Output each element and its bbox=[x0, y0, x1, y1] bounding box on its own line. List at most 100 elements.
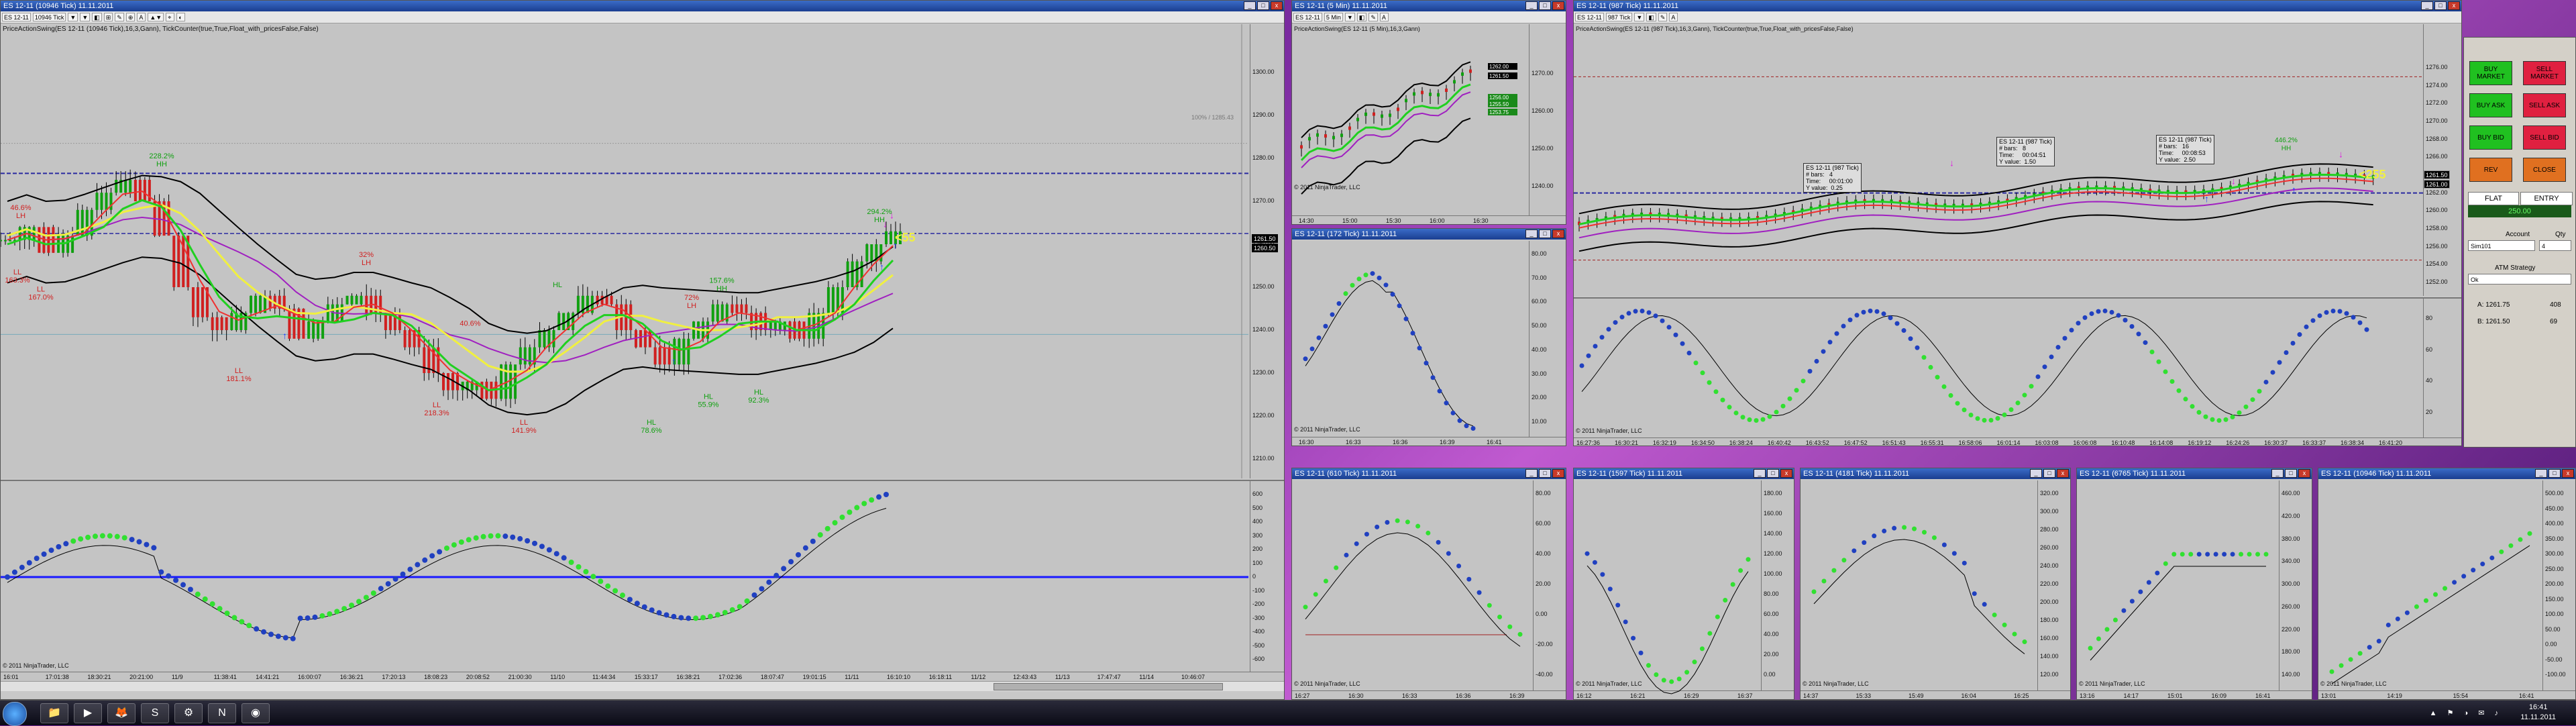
settings-icon[interactable]: ⚙ bbox=[174, 703, 203, 723]
main-price-panel[interactable]: PriceActionSwing(ES 12-11 (10946 Tick),1… bbox=[1, 24, 1284, 478]
close-button[interactable]: x bbox=[2448, 1, 2460, 10]
toolbar-item[interactable]: ✎ bbox=[115, 13, 124, 21]
tick-987-oscillator-panel[interactable]: 80 60 40 20 © 2011 NinjaTrader, LLC 16:27:3… bbox=[1574, 297, 2461, 446]
price-axis[interactable]: 1276.00 1274.00 1272.00 1270.00 1268.00 1266.… bbox=[2423, 24, 2461, 296]
tick-172-title-bar[interactable]: ES 12-11 (172 Tick) 11.11.2011 _ □ x bbox=[1292, 229, 1566, 240]
value-axis[interactable]: 320.00 300.00 280.00 260.00 240.00 220.00 200.… bbox=[2037, 480, 2070, 691]
toolbar-item[interactable]: ◧ bbox=[1646, 13, 1656, 21]
system-tray[interactable]: ▲ ⚑ ◑ ✉ ♪ bbox=[2430, 709, 2502, 717]
toolbar-item[interactable]: 10946 Tick bbox=[32, 13, 66, 21]
tick-window[interactable]: ES 12-11 (4181 Tick) 11.11.2011 _ □ x 320.00… bbox=[1800, 468, 2071, 700]
media-player-icon[interactable]: ▶ bbox=[74, 703, 102, 723]
tick-window-panel[interactable]: 460.00 420.00 380.00 340.00 300.00 260.00 220.… bbox=[2077, 480, 2312, 699]
tick-172-window[interactable]: ES 12-11 (172 Tick) 11.11.2011 _ □ x 80.00… bbox=[1291, 228, 1566, 446]
explorer-icon[interactable]: 📁 bbox=[40, 703, 68, 723]
value-axis[interactable]: 500.00 450.00 400.00 350.00 300.00 250.00 200.… bbox=[2542, 480, 2575, 691]
order-button[interactable]: BUY ASK bbox=[2469, 93, 2512, 117]
main-chart-window[interactable]: ES 12-11 (10946 Tick) 11.11.2011 _ □ x ES … bbox=[0, 0, 1285, 700]
tick-window-panel[interactable]: 500.00 450.00 400.00 350.00 300.00 250.00 200.… bbox=[2318, 480, 2575, 699]
close-button[interactable]: x bbox=[1271, 1, 1283, 10]
toolbar-item[interactable]: ⌖ bbox=[166, 13, 175, 21]
scroll-thumb[interactable] bbox=[994, 683, 1223, 690]
five-min-title-bar[interactable]: ES 12-11 (5 Min) 11.11.2011 _ □ x bbox=[1292, 1, 1566, 11]
tick-window[interactable]: ES 12-11 (10946 Tick) 11.11.2011 _ □ x 500.0… bbox=[2318, 468, 2576, 700]
horizontal-scrollbar[interactable] bbox=[1, 681, 1284, 691]
tick-window-title-bar[interactable]: ES 12-11 (6765 Tick) 11.11.2011 _ □ x bbox=[2077, 468, 2312, 479]
firefox-icon[interactable]: 🦊 bbox=[107, 703, 136, 723]
minimize-button[interactable]: _ bbox=[1525, 229, 1538, 238]
oscillator-axis[interactable]: 80 60 40 20 bbox=[2423, 299, 2461, 438]
toolbar-item[interactable]: ▼ bbox=[68, 13, 78, 21]
tick-window-panel[interactable]: 180.00 160.00 140.00 120.00 100.00 80.00 60.00… bbox=[1574, 480, 1794, 699]
tick-172-panel[interactable]: 80.00 70.00 60.00 50.00 40.00 30.00 20.00 10.00… bbox=[1292, 241, 1566, 446]
tick-window[interactable]: ES 12-11 (1597 Tick) 11.11.2011 _ □ x 180.00… bbox=[1573, 468, 1794, 700]
value-axis[interactable]: 80.00 70.00 60.00 50.00 40.00 30.00 20.00 10.00 bbox=[1529, 241, 1566, 437]
value-axis[interactable]: 460.00 420.00 380.00 340.00 300.00 260.00 220.… bbox=[2279, 480, 2312, 691]
quantity-stepper[interactable]: 4 bbox=[2539, 240, 2571, 251]
order-button[interactable]: BUY BID bbox=[2469, 125, 2512, 150]
oscillator-axis[interactable]: 600 500 400 300 200 100 0 -100 -200 -300 -400 -500 -… bbox=[1250, 481, 1284, 673]
order-button[interactable]: SELL BID bbox=[2523, 125, 2566, 150]
tick-987-price-panel[interactable]: PriceActionSwing(ES 12-11 (987 Tick),16,… bbox=[1574, 24, 2461, 296]
maximize-button[interactable]: □ bbox=[1767, 469, 1779, 478]
order-button[interactable]: REV bbox=[2469, 158, 2512, 182]
time-axis[interactable]: 14:37 15:33 15:49 16:04 16:25 bbox=[1801, 690, 2070, 699]
tick-window[interactable]: ES 12-11 (610 Tick) 11.11.2011 _ □ x 80.00 60… bbox=[1291, 468, 1566, 700]
skype-icon[interactable]: S bbox=[141, 703, 169, 723]
toolbar-item[interactable]: ES 12-11 bbox=[1293, 13, 1322, 21]
minimize-button[interactable]: _ bbox=[1244, 1, 1256, 10]
value-axis[interactable]: 80.00 60.00 40.00 20.00 0.00 -20.00 -40.00 bbox=[1533, 480, 1566, 691]
toolbar-item[interactable]: ES 12-11 bbox=[2, 13, 31, 21]
minimize-button[interactable]: _ bbox=[2271, 469, 2284, 478]
tick-987-title-bar[interactable]: ES 12-11 (987 Tick) 11.11.2011 _ □ x bbox=[1574, 1, 2461, 11]
tick-window-title-bar[interactable]: ES 12-11 (10946 Tick) 11.11.2011 _ □ x bbox=[2318, 468, 2575, 479]
tick-window-title-bar[interactable]: ES 12-11 (1597 Tick) 11.11.2011 _ □ x bbox=[1574, 468, 1794, 479]
app-icon[interactable]: ◉ bbox=[241, 703, 270, 723]
time-axis[interactable]: 16:30 16:33 16:36 16:39 16:41 bbox=[1292, 437, 1566, 446]
toolbar-item[interactable]: A bbox=[1669, 13, 1678, 21]
five-min-chart-panel[interactable]: PriceActionSwing(ES 12-11 (5 Min),16,3,G… bbox=[1292, 24, 1566, 224]
time-axis[interactable]: 16:27:36 16:30:21 16:32:19 16:34:50 16:38:24… bbox=[1574, 437, 2461, 446]
start-button[interactable] bbox=[3, 702, 27, 726]
minimize-button[interactable]: _ bbox=[2030, 469, 2042, 478]
toolbar-item[interactable]: ES 12-11 bbox=[1575, 13, 1604, 21]
close-button[interactable]: x bbox=[2562, 469, 2574, 478]
minimize-button[interactable]: _ bbox=[2535, 469, 2547, 478]
tick-window-panel[interactable]: 320.00 300.00 280.00 260.00 240.00 220.00 200.… bbox=[1801, 480, 2070, 699]
time-axis[interactable]: 14:30 15:00 15:30 16:00 16:30 bbox=[1292, 215, 1566, 224]
clock[interactable]: 16:41 11.11.2011 bbox=[2520, 703, 2556, 723]
close-button[interactable]: x bbox=[1780, 469, 1792, 478]
toolbar-item[interactable]: 5 Min bbox=[1324, 13, 1343, 21]
toolbar-item[interactable]: A bbox=[137, 13, 146, 21]
toolbar-item[interactable]: ✎ bbox=[1658, 13, 1668, 21]
minimize-button[interactable]: _ bbox=[1525, 1, 1538, 10]
toolbar-item[interactable]: ▼ bbox=[1634, 13, 1645, 21]
time-axis[interactable]: 13:16 14:17 15:01 16:09 16:41 bbox=[2077, 690, 2312, 699]
toolbar-item[interactable]: ◐ bbox=[176, 13, 186, 21]
close-button[interactable]: x bbox=[1552, 1, 1564, 10]
toolbar-item[interactable]: 987 Tick bbox=[1605, 13, 1633, 21]
order-button[interactable]: SELL MARKET bbox=[2523, 61, 2566, 85]
maximize-button[interactable]: □ bbox=[2548, 469, 2561, 478]
price-axis[interactable]: 1270.00 1260.00 1250.00 1240.00 bbox=[1529, 24, 1566, 216]
tick-window[interactable]: ES 12-11 (6765 Tick) 11.11.2011 _ □ x 460.00… bbox=[2076, 468, 2312, 700]
time-axis[interactable]: 16:27 16:30 16:33 16:36 16:39 bbox=[1292, 690, 1566, 699]
toolbar-item[interactable]: ⊕ bbox=[125, 13, 136, 21]
time-axis[interactable]: 16:12 16:21 16:29 16:37 bbox=[1574, 690, 1794, 699]
main-oscillator-panel[interactable]: 600 500 400 300 200 100 0 -100 -200 -300 -400 -500 -… bbox=[1, 480, 1284, 673]
tick-window-title-bar[interactable]: ES 12-11 (610 Tick) 11.11.2011 _ □ x bbox=[1292, 468, 1566, 479]
atm-strategy-select[interactable]: Ok bbox=[2468, 274, 2571, 284]
order-button[interactable]: CLOSE bbox=[2523, 158, 2566, 182]
time-axis[interactable]: 13:01 14:19 15:54 16:41 bbox=[2318, 690, 2575, 699]
maximize-button[interactable]: □ bbox=[1257, 1, 1269, 10]
toolbar-item[interactable]: ▼ bbox=[1344, 13, 1355, 21]
maximize-button[interactable]: □ bbox=[2285, 469, 2297, 478]
toolbar-item[interactable]: ▲▼ bbox=[148, 13, 164, 21]
account-select[interactable]: Sim101 bbox=[2468, 240, 2535, 251]
main-title-bar[interactable]: ES 12-11 (10946 Tick) 11.11.2011 _ □ x bbox=[1, 1, 1284, 11]
toolbar-item[interactable]: A bbox=[1379, 13, 1389, 21]
maximize-button[interactable]: □ bbox=[2434, 1, 2447, 10]
ninjatrader-icon[interactable]: N bbox=[208, 703, 236, 723]
close-button[interactable]: x bbox=[2057, 469, 2069, 478]
order-button[interactable]: SELL ASK bbox=[2523, 93, 2566, 117]
